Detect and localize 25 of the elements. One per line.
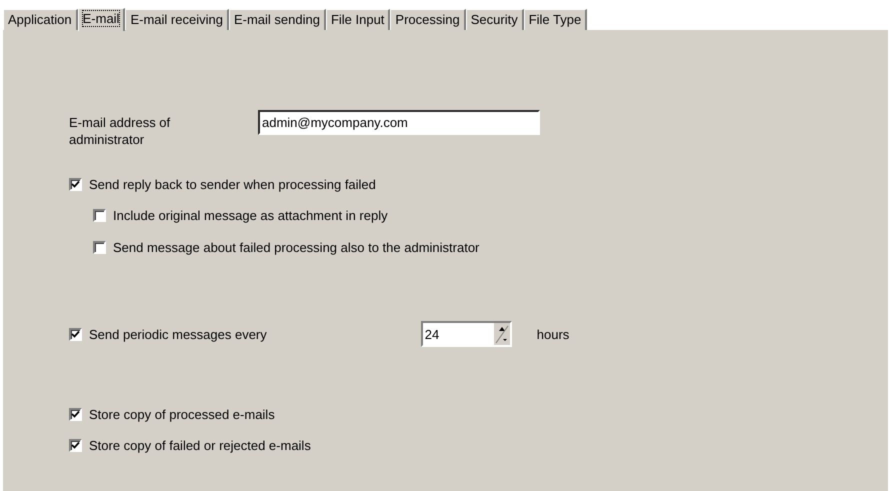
tab[interactable]: Application bbox=[3, 9, 78, 30]
tab[interactable]: E-mail receiving bbox=[125, 9, 229, 30]
checkbox-label[interactable]: Store copy of failed or rejected e-mails bbox=[89, 438, 311, 452]
checkbox-label[interactable]: Store copy of processed e-mails bbox=[89, 406, 275, 422]
spin-arrows-icon[interactable] bbox=[492, 323, 510, 345]
checkbox[interactable] bbox=[69, 438, 82, 452]
email-field[interactable]: admin@mycompany.com bbox=[258, 110, 540, 135]
hours-spinner[interactable]: 24 bbox=[420, 321, 512, 347]
checkbox[interactable] bbox=[69, 178, 82, 190]
tab[interactable]: File Input bbox=[326, 9, 390, 30]
checkbox-label[interactable]: Include original message as attachment in reply bbox=[113, 208, 388, 222]
tab[interactable]: Security bbox=[466, 9, 524, 30]
unit-label: hours bbox=[536, 326, 570, 342]
tab[interactable]: File Type bbox=[524, 9, 588, 30]
checkbox-label[interactable]: Send reply back to sender when processing failed bbox=[89, 176, 376, 192]
tab[interactable]: E-mail bbox=[78, 8, 126, 31]
tab[interactable]: E-mail sending bbox=[228, 9, 326, 30]
checkbox-label[interactable]: Send message about failed processing also to the administrator bbox=[113, 240, 480, 254]
checkbox[interactable] bbox=[69, 408, 82, 420]
tab[interactable]: Processing bbox=[390, 9, 466, 30]
checkbox[interactable] bbox=[93, 240, 106, 254]
field-label: E-mail address of administrator bbox=[69, 114, 172, 148]
checkbox-label[interactable]: Send periodic messages every bbox=[89, 326, 267, 342]
checkbox[interactable] bbox=[69, 328, 82, 340]
checkbox[interactable] bbox=[93, 208, 106, 222]
